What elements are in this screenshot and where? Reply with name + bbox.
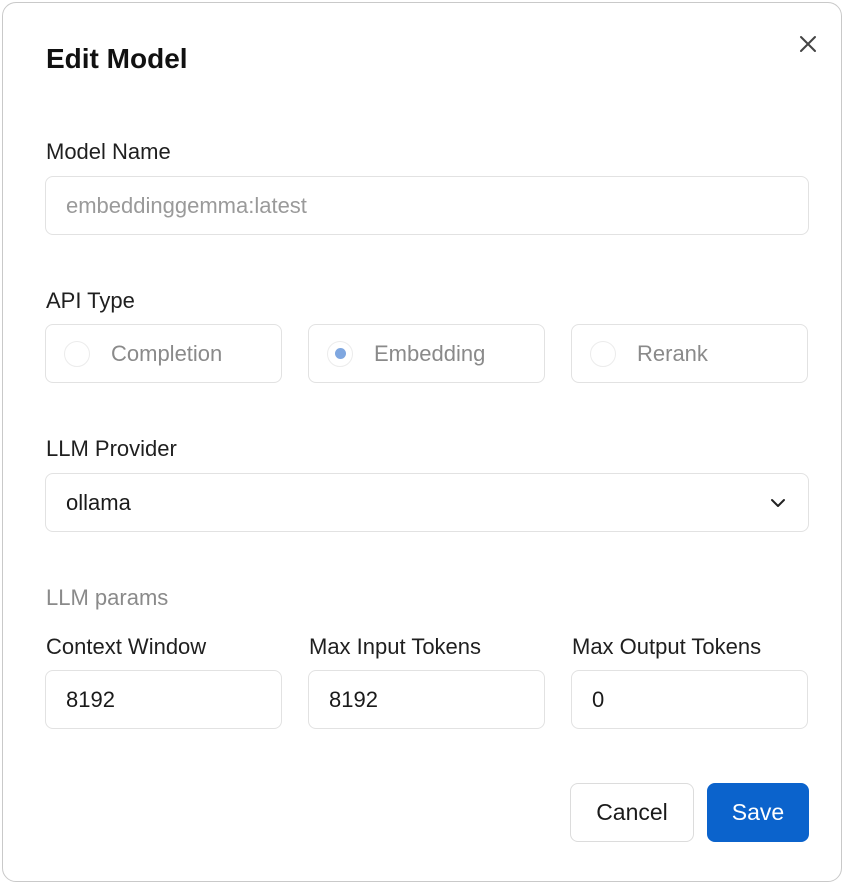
api-type-label: API Type	[46, 288, 135, 313]
radio-button-selected[interactable]	[327, 340, 353, 367]
api-type-option-embedding[interactable]: Embedding	[308, 324, 545, 383]
max-input-tokens-input[interactable]: 8192	[308, 670, 545, 729]
radio-label: Rerank	[637, 340, 708, 366]
save-button[interactable]: Save	[707, 783, 809, 842]
context-window-input[interactable]: 8192	[45, 670, 282, 729]
close-icon	[800, 36, 816, 52]
llm-provider-label: LLM Provider	[46, 436, 177, 461]
radio-label: Completion	[111, 340, 223, 366]
dialog-title: Edit Model	[46, 43, 188, 74]
llm-provider-value: ollama	[66, 489, 131, 515]
model-name-label: Model Name	[46, 139, 171, 164]
radio-button[interactable]	[64, 340, 90, 367]
close-button[interactable]	[793, 29, 823, 59]
radio-button[interactable]	[590, 340, 616, 367]
model-name-value: embeddinggemma:latest	[66, 192, 307, 218]
radio-selected-dot	[334, 348, 346, 359]
max-output-tokens-input[interactable]: 0	[571, 670, 808, 729]
llm-params-section-label: LLM params	[46, 585, 169, 610]
max-output-tokens-label: Max Output Tokens	[572, 634, 762, 659]
max-input-tokens-label: Max Input Tokens	[309, 634, 482, 659]
max-output-tokens-value: 0	[592, 686, 605, 712]
context-window-label: Context Window	[46, 634, 207, 659]
llm-provider-select[interactable]: ollama	[45, 473, 809, 532]
max-input-tokens-value: 8192	[329, 686, 378, 712]
chevron-down-icon	[771, 499, 785, 507]
edit-model-dialog: Edit Model Model Name embeddinggemma:lat…	[2, 2, 842, 882]
api-type-option-rerank[interactable]: Rerank	[571, 324, 808, 383]
api-type-option-completion[interactable]: Completion	[45, 324, 282, 383]
radio-label: Embedding	[374, 340, 486, 366]
model-name-input: embeddinggemma:latest	[45, 176, 809, 235]
cancel-button[interactable]: Cancel	[570, 783, 694, 842]
context-window-value: 8192	[66, 686, 115, 712]
